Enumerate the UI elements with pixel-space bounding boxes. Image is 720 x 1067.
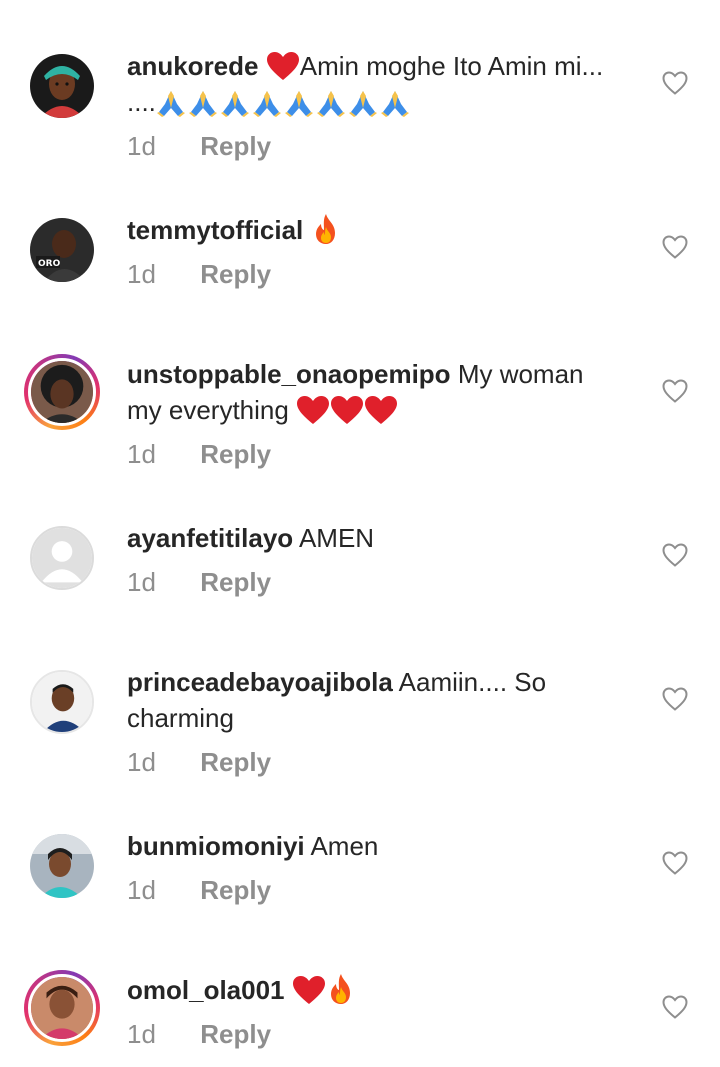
avatar-image: [30, 54, 94, 118]
red-heart-emoji-icon: [292, 976, 325, 1004]
comment-text: bunmiomoniyi Amen: [127, 828, 647, 864]
comment-body: Amin moghe Ito Amin mi...: [299, 51, 604, 81]
reply-button[interactable]: Reply: [200, 131, 271, 161]
username-link[interactable]: ayanfetitilayo: [127, 523, 293, 553]
avatar-story-ring[interactable]: [24, 354, 100, 430]
avatar-image: [28, 974, 96, 1042]
red-heart-emoji-icon: [365, 396, 398, 424]
like-heart-icon[interactable]: [662, 851, 690, 877]
username-link[interactable]: anukorede: [127, 51, 259, 81]
timestamp: 1d: [127, 1019, 156, 1049]
comment-body: Aamiin.... So: [398, 667, 547, 697]
timestamp: 1d: [127, 439, 156, 469]
comment-meta: 1d Reply: [127, 436, 271, 472]
like-heart-icon[interactable]: [662, 235, 690, 261]
reply-button[interactable]: Reply: [200, 875, 271, 905]
like-heart-icon[interactable]: [662, 995, 690, 1021]
comment-text: temmytofficial: [127, 212, 647, 248]
reply-button[interactable]: Reply: [200, 259, 271, 289]
comment-text: unstoppable_onaopemipo My woman my every…: [127, 356, 647, 428]
like-heart-icon[interactable]: [662, 543, 690, 569]
avatar[interactable]: [30, 54, 94, 118]
comment-meta: 1d Reply: [127, 128, 271, 164]
avatar-image: [30, 834, 94, 898]
username-link[interactable]: unstoppable_onaopemipo: [127, 359, 451, 389]
red-heart-emoji-icon: [266, 52, 299, 80]
reply-button[interactable]: Reply: [200, 1019, 271, 1049]
avatar-image: ORO: [30, 218, 94, 282]
comment-body: My woman: [457, 359, 584, 389]
avatar[interactable]: [30, 670, 94, 734]
svg-text:ORO: ORO: [38, 259, 61, 269]
praying-hands-emoji-icon: [156, 87, 412, 117]
default-avatar-icon: [30, 526, 94, 590]
comment-body: Amen: [310, 831, 379, 861]
username-link[interactable]: omol_ola001: [127, 975, 285, 1005]
comment-meta: 1d Reply: [127, 564, 271, 600]
username-link[interactable]: temmytofficial: [127, 215, 303, 245]
comment-text: anukorede Amin moghe Ito Amin mi... ....: [127, 48, 647, 120]
comment-text: princeadebayoajibola Aamiin.... So charm…: [127, 664, 647, 736]
comment-text: ayanfetitilayo AMEN: [127, 520, 647, 556]
like-heart-icon[interactable]: [662, 379, 690, 405]
avatar-image: [28, 358, 96, 426]
timestamp: 1d: [127, 567, 156, 597]
timestamp: 1d: [127, 259, 156, 289]
avatar-story-ring[interactable]: [24, 970, 100, 1046]
red-heart-emoji-icon: [297, 396, 330, 424]
comment-meta: 1d Reply: [127, 744, 271, 780]
timestamp: 1d: [127, 131, 156, 161]
fire-emoji-icon: [315, 214, 335, 244]
like-heart-icon[interactable]: [662, 687, 690, 713]
comment-body-line2: my everything: [127, 395, 289, 425]
comment-meta: 1d Reply: [127, 1016, 271, 1052]
reply-button[interactable]: Reply: [200, 567, 271, 597]
comment-body-line2: ....: [127, 87, 156, 117]
reply-button[interactable]: Reply: [200, 439, 271, 469]
username-link[interactable]: bunmiomoniyi: [127, 831, 305, 861]
comment-body-line2: charming: [127, 703, 234, 733]
timestamp: 1d: [127, 875, 156, 905]
timestamp: 1d: [127, 747, 156, 777]
avatar[interactable]: [30, 834, 94, 898]
like-heart-icon[interactable]: [662, 71, 690, 97]
comment-text: omol_ola001: [127, 972, 647, 1008]
avatar-image: [30, 670, 94, 734]
username-link[interactable]: princeadebayoajibola: [127, 667, 393, 697]
avatar[interactable]: ORO: [30, 218, 94, 282]
comment-meta: 1d Reply: [127, 256, 271, 292]
reply-button[interactable]: Reply: [200, 747, 271, 777]
red-heart-emoji-icon: [331, 396, 364, 424]
comment-body: AMEN: [298, 523, 375, 553]
comment-meta: 1d Reply: [127, 872, 271, 908]
fire-emoji-icon: [330, 974, 350, 1004]
avatar[interactable]: [30, 526, 94, 590]
